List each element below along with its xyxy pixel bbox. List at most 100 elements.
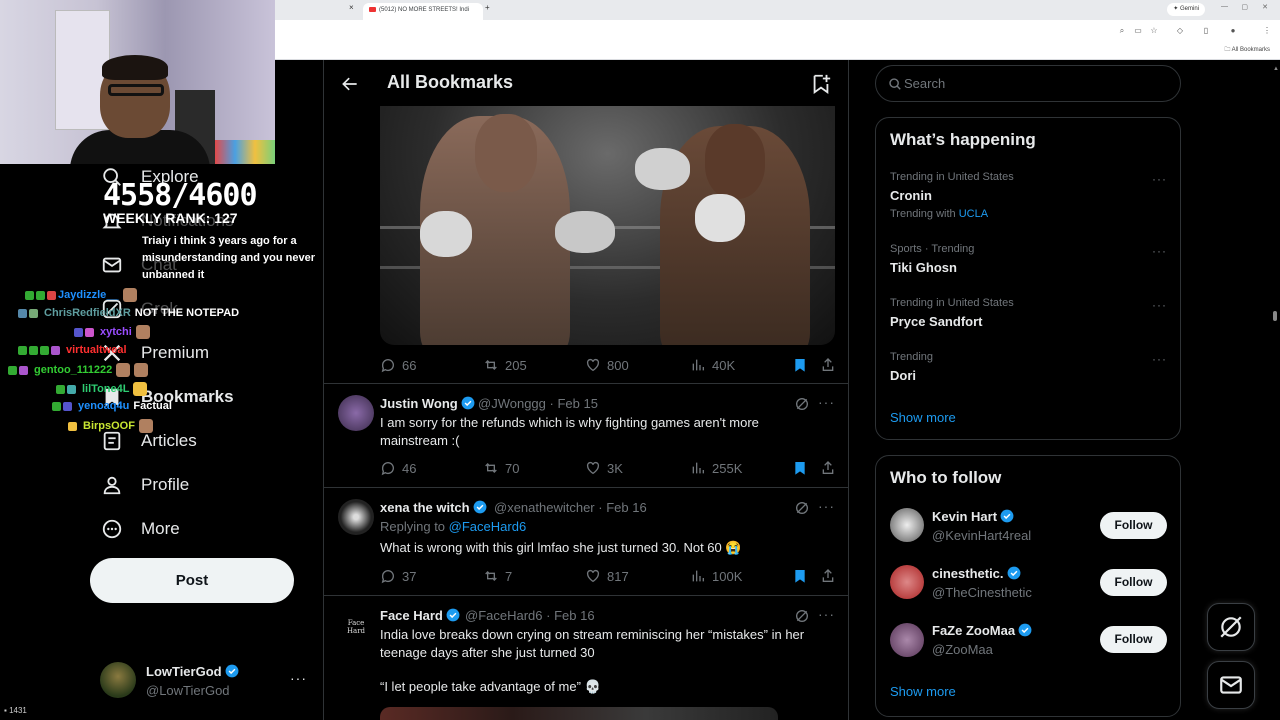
avatar[interactable] <box>890 565 924 599</box>
views-button[interactable]: 100K <box>690 568 742 584</box>
all-bookmarks-folder[interactable]: 🗀 All Bookmarks <box>1224 45 1270 55</box>
streamer-glasses <box>108 84 164 96</box>
post-media-image[interactable] <box>380 106 835 345</box>
tab-active[interactable]: (5012) NO MORE STREETS! Indi <box>363 3 483 20</box>
reply-mention-link[interactable]: @FaceHard6 <box>449 519 527 534</box>
tweet-text: What is wrong with this girl lmfao she j… <box>380 540 742 555</box>
bookmark-filled-icon[interactable] <box>792 568 808 584</box>
nav-profile[interactable]: Profile <box>100 470 189 500</box>
messages-floating-button[interactable] <box>1207 661 1255 709</box>
trend-more-icon[interactable]: ··· <box>1152 244 1167 258</box>
avatar[interactable] <box>890 508 924 542</box>
avatar[interactable]: Face Hard <box>338 609 374 645</box>
folder-icon: 🗀 <box>1224 47 1232 53</box>
suggestion-handle: @KevinHart4real <box>932 528 1032 543</box>
address-bar[interactable] <box>275 20 1280 42</box>
views-button[interactable]: 40K <box>690 357 735 373</box>
tweet-author-name[interactable]: Justin Wong <box>380 396 475 411</box>
tweet[interactable]: Face Hard Face Hard @FaceHard6 · Feb 16 … <box>324 595 848 720</box>
trend-more-icon[interactable]: ··· <box>1152 298 1167 312</box>
verified-icon <box>225 664 239 678</box>
minimize-icon[interactable]: — <box>1221 3 1228 10</box>
search-input[interactable]: Search <box>875 65 1181 102</box>
tweet-more-icon[interactable]: ··· <box>818 394 835 410</box>
profile-avatar-icon[interactable]: ● <box>1228 26 1238 36</box>
account-switcher[interactable]: LowTierGod @LowTierGod ··· <box>100 660 310 702</box>
views-icon <box>692 462 704 474</box>
restore-icon[interactable]: ▢ <box>1241 3 1248 11</box>
heart-icon <box>586 569 600 583</box>
grok-icon <box>1220 616 1242 638</box>
bookmark-filled-icon[interactable] <box>792 357 808 373</box>
repost-button[interactable]: 70 <box>483 460 519 476</box>
account-more-icon[interactable]: ··· <box>290 670 307 686</box>
tweet-more-icon[interactable]: ··· <box>818 606 835 622</box>
share-icon[interactable] <box>820 568 836 584</box>
grok-icon[interactable] <box>794 608 810 624</box>
reply-button[interactable]: 37 <box>380 568 416 584</box>
views-button[interactable]: 255K <box>690 460 742 476</box>
follow-button[interactable]: Follow <box>1100 626 1167 653</box>
grok-floating-button[interactable] <box>1207 603 1255 651</box>
avatar[interactable] <box>338 395 374 431</box>
repost-button[interactable]: 7 <box>483 568 512 584</box>
chrome-menu-icon[interactable]: ⋮ <box>1262 26 1272 36</box>
star-icon[interactable]: ☆ <box>1149 26 1159 36</box>
back-arrow-icon[interactable] <box>340 74 360 94</box>
trend-more-icon[interactable]: ··· <box>1152 172 1167 186</box>
trend-more-icon[interactable]: ··· <box>1152 352 1167 366</box>
reply-button[interactable]: 46 <box>380 460 416 476</box>
tweet-more-icon[interactable]: ··· <box>818 498 835 514</box>
youtube-icon <box>369 6 376 12</box>
share-icon[interactable] <box>820 460 836 476</box>
goal-counter: 4558/4600 <box>103 178 258 213</box>
envelope-icon <box>100 253 124 277</box>
grok-icon[interactable] <box>794 396 810 412</box>
side-panel-icon[interactable]: ▯ <box>1201 26 1211 36</box>
like-button[interactable]: 817 <box>585 568 629 584</box>
like-button[interactable]: 3K <box>585 460 623 476</box>
verified-icon <box>1007 566 1020 580</box>
trend-with-link[interactable]: UCLA <box>959 208 988 220</box>
nav-more[interactable]: More <box>100 514 180 544</box>
tweet-meta: @xenathewitcher · Feb 16 <box>494 500 647 515</box>
new-tab-button[interactable]: + <box>485 3 490 12</box>
share-icon[interactable] <box>820 357 836 373</box>
tweet[interactable]: xena the witch @xenathewitcher · Feb 16 … <box>324 487 848 595</box>
repost-icon <box>485 571 497 581</box>
tweet[interactable]: Justin Wong @JWonggg · Feb 15 ··· I am s… <box>324 383 848 488</box>
like-button[interactable]: 800 <box>585 357 629 373</box>
trends-panel: What’s happening Trending in United Stat… <box>875 117 1181 440</box>
follow-button[interactable]: Follow <box>1100 569 1167 596</box>
extensions-icon[interactable]: ◇ <box>1175 26 1185 36</box>
tweet-author-name[interactable]: xena the witch <box>380 500 487 515</box>
chat-line: virtualtweal <box>18 344 127 356</box>
cast-icon[interactable]: ▭ <box>1133 26 1143 36</box>
post-button[interactable]: Post <box>90 558 294 603</box>
post-media-image[interactable] <box>380 707 778 720</box>
repost-button[interactable]: 205 <box>483 357 527 373</box>
window-close-icon[interactable]: ✕ <box>1262 3 1268 11</box>
reply-icon <box>381 462 394 476</box>
tweet-meta: @JWonggg · Feb 15 <box>478 396 598 411</box>
new-bookmark-folder-icon[interactable] <box>810 73 832 95</box>
avatar[interactable] <box>890 623 924 657</box>
bookmark-filled-icon[interactable] <box>792 460 808 476</box>
tab-close-icon[interactable]: × <box>349 3 354 12</box>
chat-username: virtualtweal <box>66 344 127 356</box>
trends-show-more-link[interactable]: Show more <box>890 410 956 425</box>
follow-button[interactable]: Follow <box>1100 512 1167 539</box>
gemini-button[interactable]: ✦ Gemini <box>1167 3 1205 16</box>
avatar[interactable] <box>338 499 374 535</box>
tweet-author-name[interactable]: Face Hard <box>380 608 460 623</box>
post-actions: 37 7 817 100K <box>380 568 840 586</box>
who-to-follow-show-more-link[interactable]: Show more <box>890 684 956 699</box>
reply-button[interactable]: 66 <box>380 357 416 373</box>
grok-icon[interactable] <box>794 500 810 516</box>
scrollbar-thumb[interactable] <box>1273 311 1277 321</box>
more-circle-icon <box>100 517 124 541</box>
scrollbar[interactable]: ▲ <box>1273 66 1279 716</box>
scroll-up-icon[interactable]: ▲ <box>1273 66 1279 72</box>
viewer-count: ▪ 1431 <box>4 706 27 715</box>
zoom-icon[interactable]: ⌕ <box>1117 26 1127 36</box>
